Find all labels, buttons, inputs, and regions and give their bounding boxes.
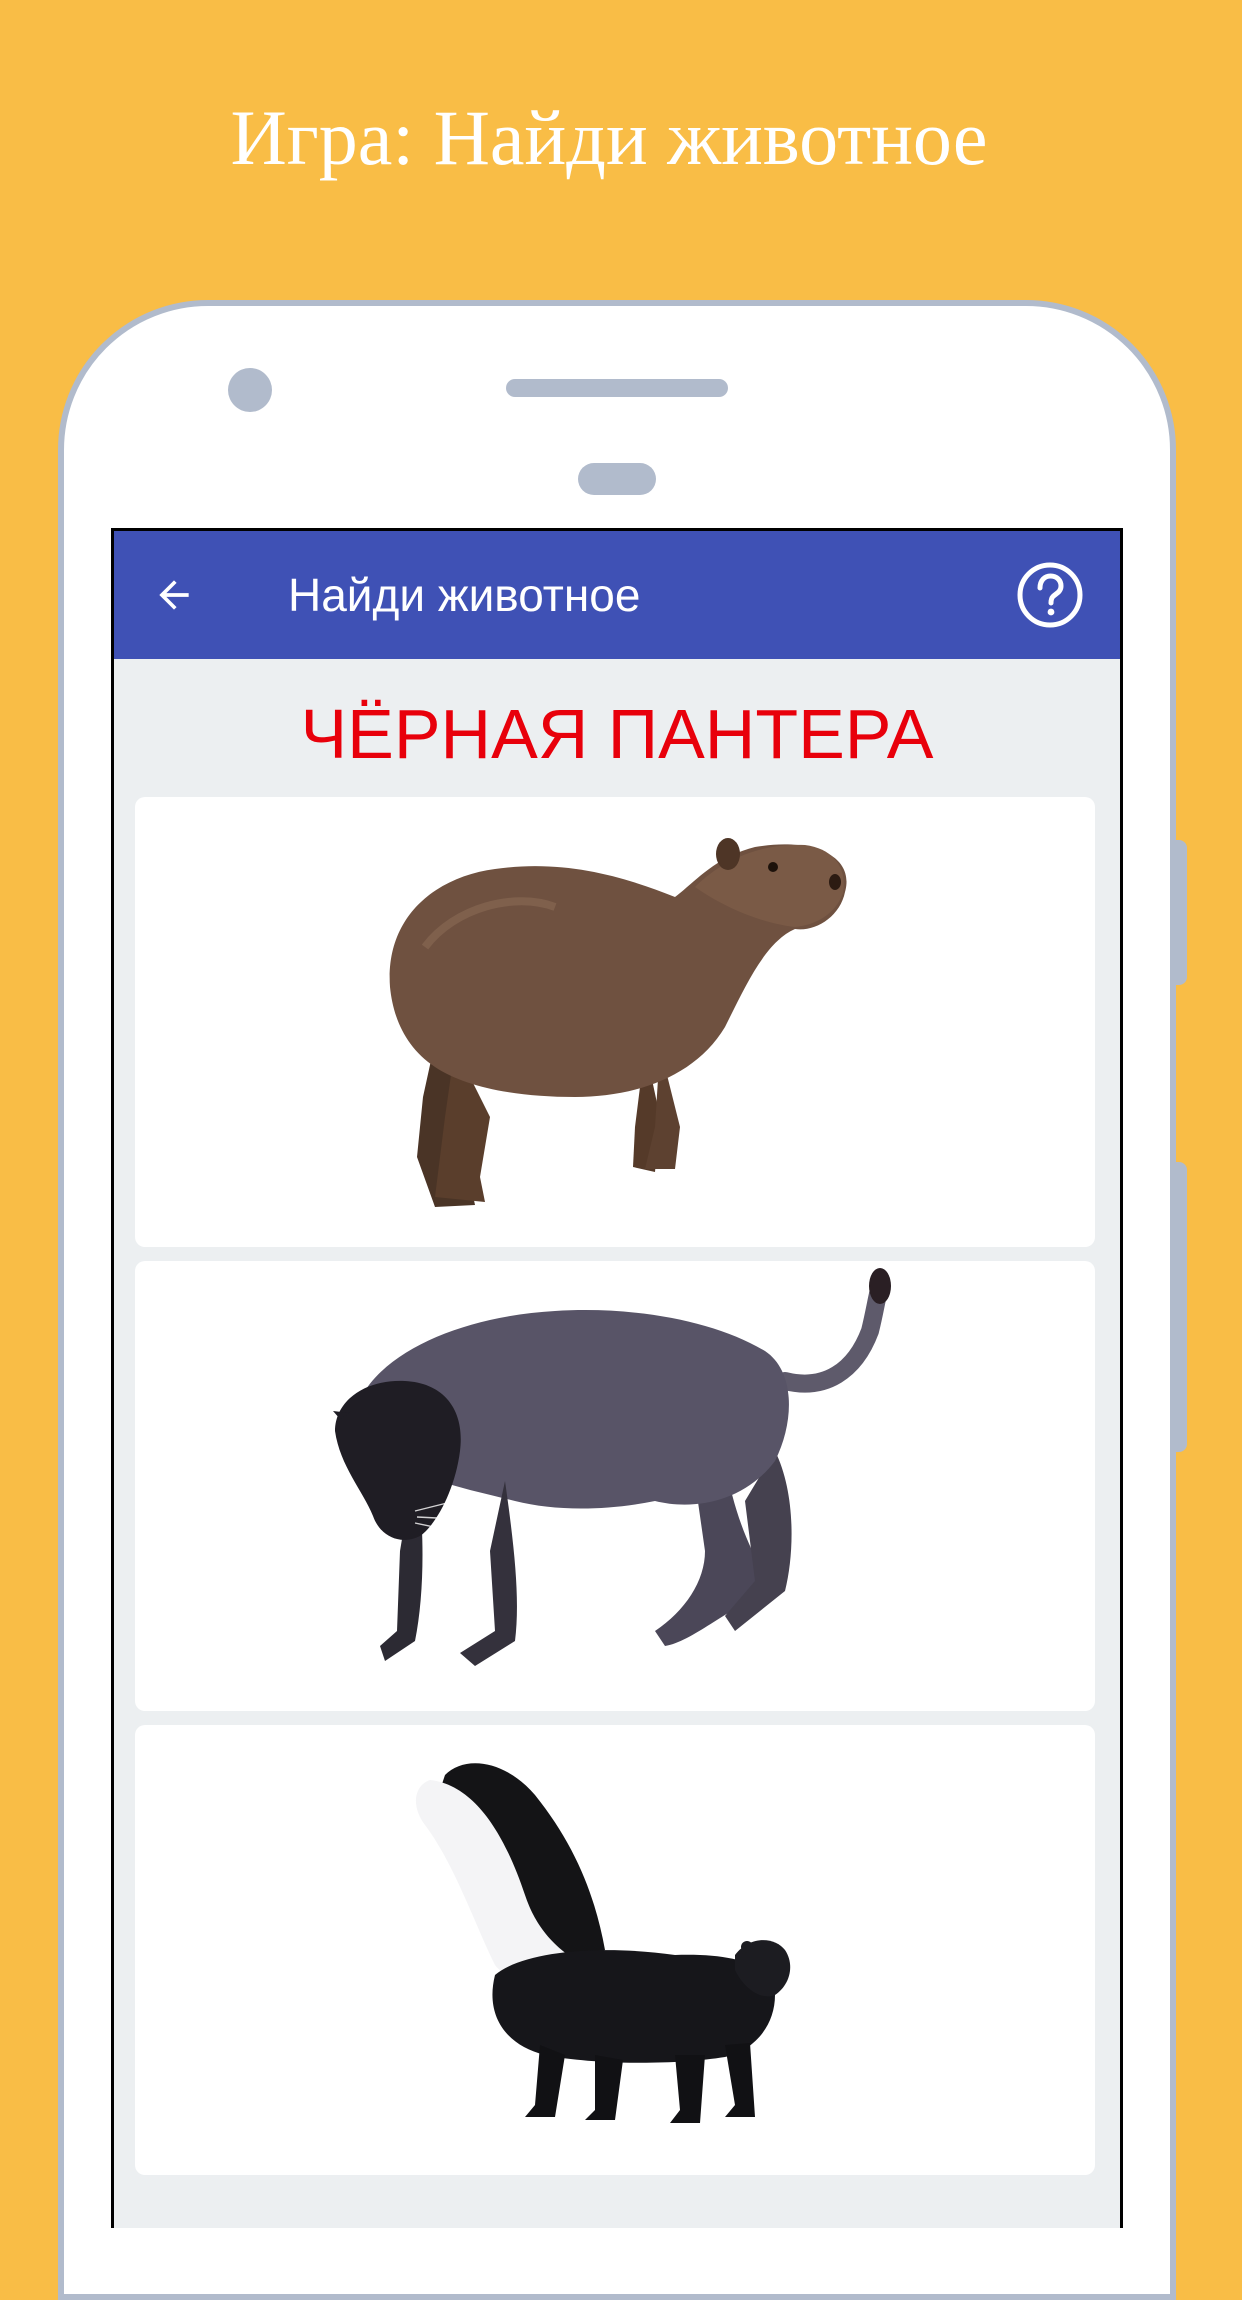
capybara-image (389, 838, 847, 1207)
animal-option-capybara[interactable] (135, 797, 1095, 1247)
target-animal-name: ЧЁРНАЯ ПАНТЕРА (300, 695, 934, 773)
help-circle-icon (1017, 562, 1083, 628)
game-content: ЧЁРНАЯ ПАНТЕРА (114, 659, 1120, 2228)
animal-option-black-panther[interactable] (135, 1261, 1095, 1711)
promo-title: Игра: Найди животное (230, 94, 988, 181)
help-button[interactable] (1016, 561, 1084, 629)
front-camera (228, 368, 272, 412)
app-bar-title: Найди животное (288, 569, 641, 621)
black-panther-image (333, 1268, 891, 1666)
animal-option-skunk[interactable] (135, 1725, 1095, 2175)
phone-sensor (578, 463, 656, 495)
arrow-back-icon (159, 580, 189, 610)
phone-speaker (506, 379, 728, 397)
app-bar: Найди животное (114, 531, 1120, 659)
skunk-image (415, 1763, 791, 2123)
back-button[interactable] (144, 565, 204, 625)
app-screen: Найди животное ЧЁРНАЯ ПАНТЕРА (111, 528, 1123, 2228)
